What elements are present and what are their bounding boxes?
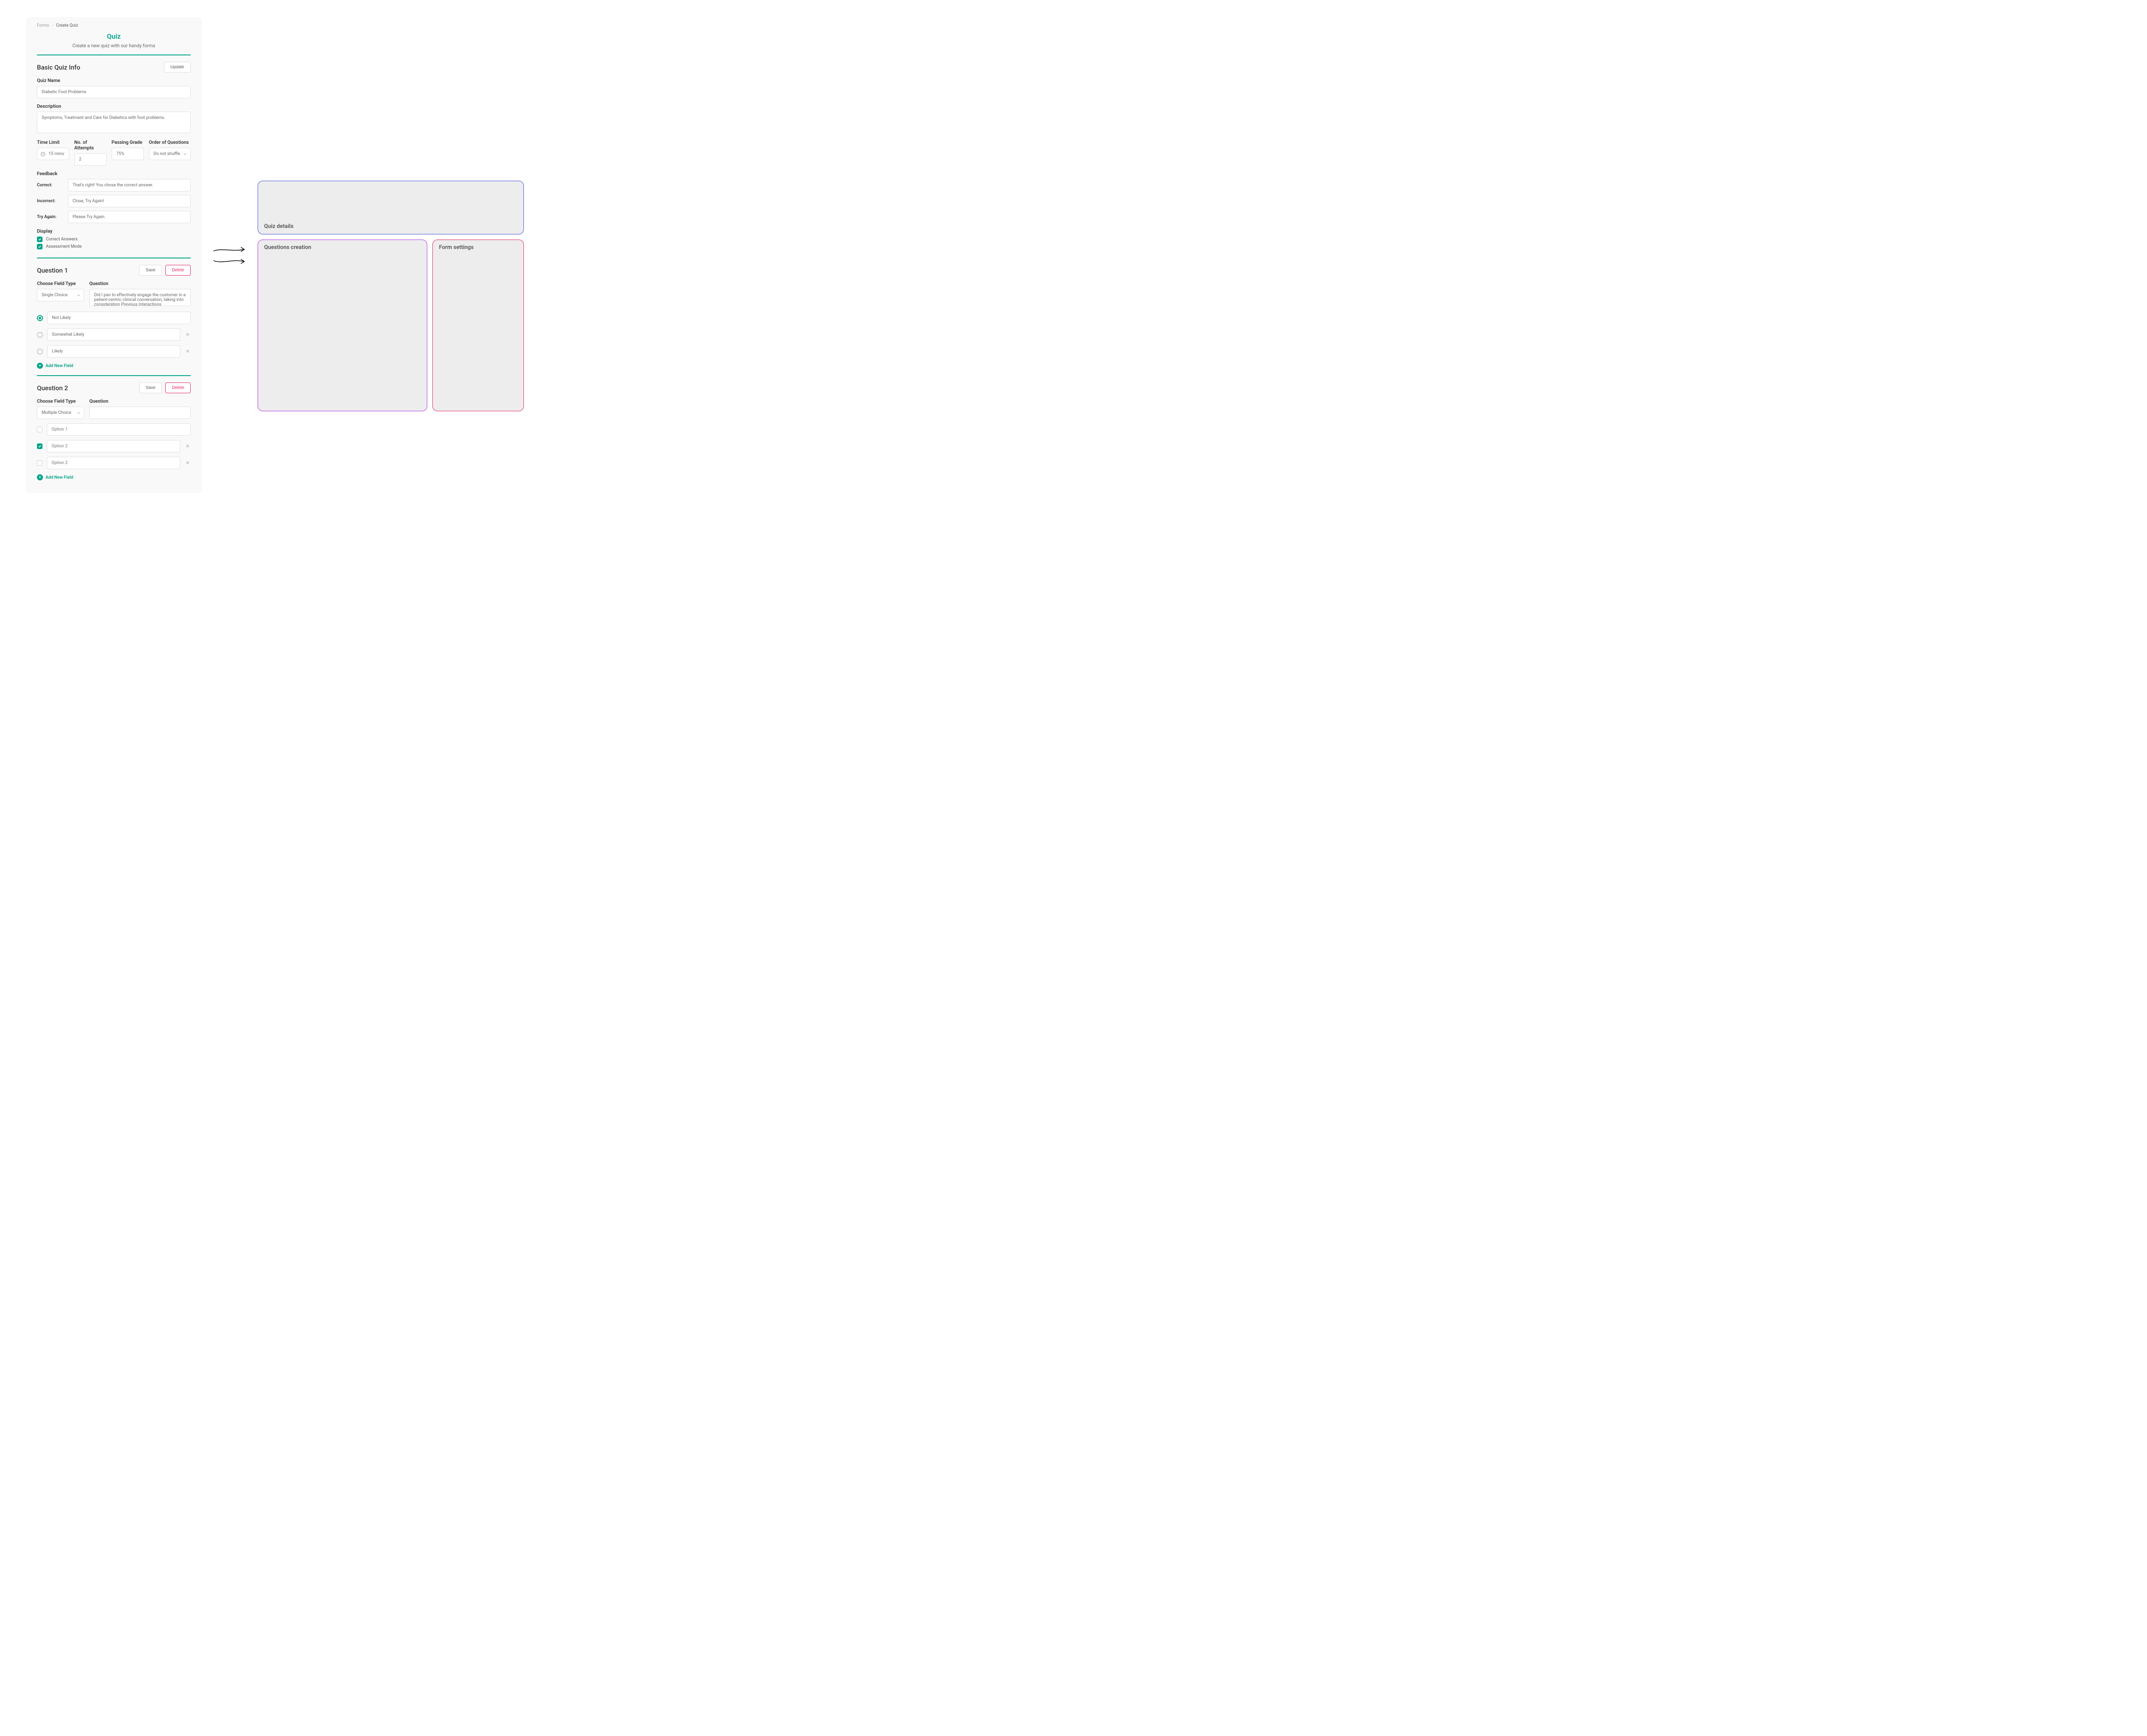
q1-option-3-remove[interactable]: ✕ <box>185 349 191 354</box>
correct-feedback-input[interactable] <box>68 179 191 191</box>
q2-option-3-remove[interactable]: ✕ <box>185 460 191 466</box>
breadcrumb-current: Create Quiz <box>56 23 78 28</box>
q2-option-2-input[interactable] <box>47 440 180 452</box>
q1-question-label: Question <box>89 281 191 286</box>
time-limit-label: Time Limit <box>37 140 69 145</box>
wireframe-questions-label: Questions creation <box>264 244 421 251</box>
wireframe-quiz-details: Quiz details <box>258 181 524 234</box>
quiz-form-panel: Forms › Create Quiz Quiz Create a new qu… <box>26 17 202 493</box>
wireframe-form-settings: Form settings <box>432 240 524 411</box>
tryagain-feedback-input[interactable] <box>68 211 191 223</box>
description-input[interactable]: Symptoms, Treatment and Care for Diabeti… <box>37 112 191 133</box>
q1-option-1-input[interactable] <box>47 312 191 324</box>
breadcrumb-parent[interactable]: Forms <box>37 23 49 28</box>
chevron-right-icon: › <box>52 23 53 28</box>
arrow-icon <box>213 245 247 254</box>
attempts-label: No. of Attempts <box>74 140 106 151</box>
q1-option-2-radio[interactable] <box>37 332 43 338</box>
q2-option-3-input[interactable] <box>47 457 180 469</box>
order-select[interactable] <box>149 148 191 160</box>
wireframe-details-label: Quiz details <box>264 223 517 230</box>
tryagain-label: Try Again: <box>37 215 63 219</box>
order-label: Order of Questions <box>149 140 191 145</box>
q2-question-input[interactable] <box>89 407 191 419</box>
q2-option-1-checkbox[interactable] <box>37 427 43 432</box>
question-1-section: Question 1 Save Delete Choose Field Type… <box>26 258 202 375</box>
q1-option-3-input[interactable] <box>47 345 180 358</box>
arrow-area <box>210 245 249 266</box>
question-2-heading: Question 2 <box>37 384 68 392</box>
q2-fieldtype-select[interactable] <box>37 407 84 419</box>
arrow-icon <box>213 257 247 266</box>
correct-label: Correct: <box>37 183 63 188</box>
q1-fieldtype-select[interactable] <box>37 289 84 301</box>
incorrect-feedback-input[interactable] <box>68 195 191 207</box>
assessment-mode-checkbox[interactable] <box>37 244 43 249</box>
q2-add-field-button[interactable]: + Add New Field <box>37 474 191 480</box>
assessment-mode-label: Assessment Mode <box>46 244 82 249</box>
q2-question-label: Question <box>89 398 191 404</box>
passing-label: Passing Grade <box>112 140 144 145</box>
question-1-heading: Question 1 <box>37 267 68 274</box>
q1-add-field-button[interactable]: + Add New Field <box>37 363 191 369</box>
update-button[interactable]: Update <box>164 62 191 73</box>
check-icon <box>38 237 42 241</box>
q1-question-input[interactable]: Did I pan to effectively engage the cust… <box>89 289 191 306</box>
breadcrumb: Forms › Create Quiz <box>26 17 202 30</box>
wireframe-questions-creation: Questions creation <box>258 240 427 411</box>
description-label: Description <box>37 103 191 109</box>
q1-option-1-radio[interactable] <box>37 315 43 321</box>
page-title: Quiz <box>26 32 202 40</box>
feedback-label: Feedback <box>37 171 191 176</box>
q2-option-2-remove[interactable]: ✕ <box>185 443 191 449</box>
q2-option-1-input[interactable] <box>47 423 191 436</box>
q1-add-field-label: Add New Field <box>46 364 73 368</box>
q2-save-button[interactable]: Save <box>139 382 162 393</box>
check-icon <box>38 444 42 448</box>
q1-option-2-remove[interactable]: ✕ <box>185 332 191 337</box>
correct-answers-checkbox[interactable] <box>37 237 43 242</box>
q2-fieldtype-label: Choose Field Type <box>37 398 84 404</box>
q1-option-2-input[interactable] <box>47 328 180 341</box>
clock-icon <box>40 152 46 157</box>
incorrect-label: Incorrect: <box>37 199 63 203</box>
check-icon <box>38 245 42 249</box>
wireframe-settings-label: Form settings <box>439 244 517 251</box>
display-label: Display <box>37 228 191 234</box>
quiz-name-input[interactable] <box>37 86 191 98</box>
question-2-section: Question 2 Save Delete Choose Field Type… <box>26 376 202 487</box>
q2-option-2-checkbox[interactable] <box>37 443 43 449</box>
q2-add-field-label: Add New Field <box>46 475 73 480</box>
basic-info-section: Basic Quiz Info Update Quiz Name Descrip… <box>26 55 202 258</box>
quiz-name-label: Quiz Name <box>37 78 191 83</box>
q1-option-3-radio[interactable] <box>37 349 43 355</box>
q2-option-3-checkbox[interactable] <box>37 460 43 466</box>
q2-delete-button[interactable]: Delete <box>165 382 191 393</box>
attempts-input[interactable] <box>74 153 106 166</box>
plus-icon: + <box>37 474 43 480</box>
q1-fieldtype-label: Choose Field Type <box>37 281 84 286</box>
correct-answers-label: Correct Answers <box>46 237 78 242</box>
passing-input[interactable] <box>112 148 144 160</box>
q1-delete-button[interactable]: Delete <box>165 265 191 276</box>
page-subtitle: Create a new quiz with our handy forms <box>37 43 191 49</box>
plus-icon: + <box>37 363 43 369</box>
q1-save-button[interactable]: Save <box>139 265 162 276</box>
wireframe-area: Quiz details Questions creation Form set… <box>258 99 524 411</box>
basic-info-heading: Basic Quiz Info <box>37 64 80 71</box>
